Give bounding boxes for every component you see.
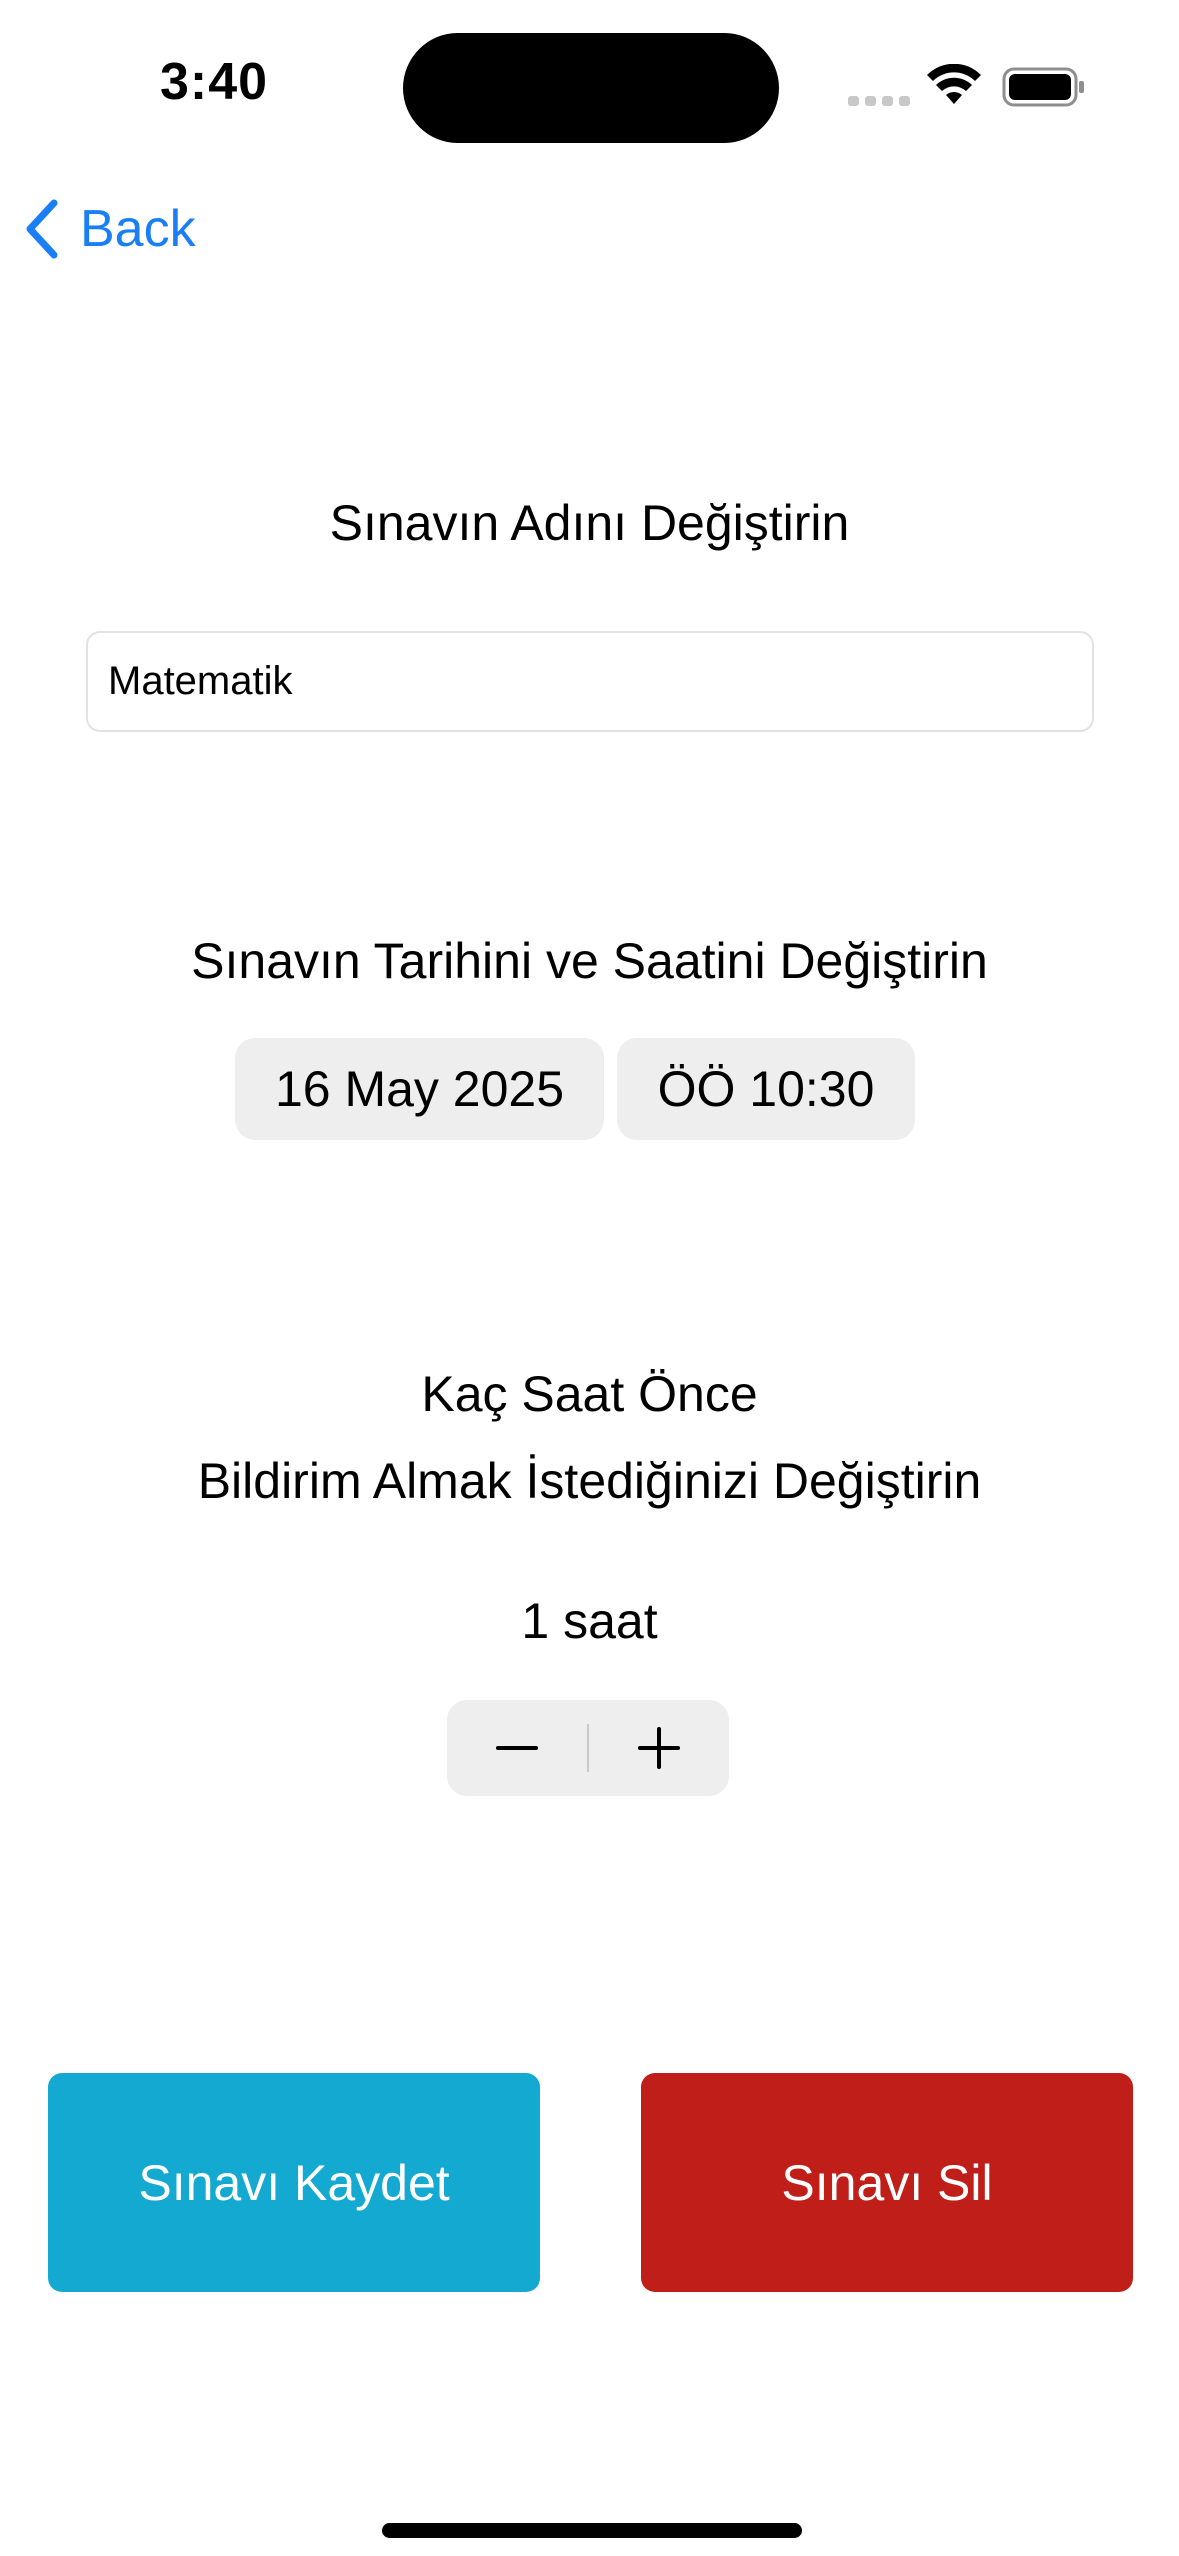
wifi-icon [927, 64, 981, 104]
back-label: Back [80, 200, 196, 258]
reminder-heading-line2: Bildirim Almak İstediğinizi Değiştirin [197, 1453, 982, 1509]
reminder-heading-line1: Kaç Saat Önce [421, 1366, 758, 1422]
back-button[interactable]: Back [24, 196, 196, 262]
chevron-left-icon [26, 199, 58, 259]
save-exam-button[interactable]: Sınavı Kaydet [48, 2073, 540, 2292]
time-picker-button[interactable]: ÖÖ 10:30 [617, 1038, 915, 1140]
status-time: 3:40 [160, 53, 269, 111]
battery-icon [1002, 67, 1084, 107]
datetime-heading: Sınavın Tarihini ve Saatini Değiştirin [191, 933, 988, 989]
exam-name-input[interactable] [86, 631, 1094, 732]
name-heading: Sınavın Adını Değiştirin [329, 495, 850, 551]
dynamic-island [403, 33, 779, 143]
minus-icon [496, 1746, 538, 1750]
date-picker-button[interactable]: 16 May 2025 [235, 1038, 604, 1140]
home-indicator [382, 2523, 802, 2538]
plus-icon [638, 1727, 680, 1769]
increment-button[interactable] [589, 1700, 729, 1796]
delete-exam-button[interactable]: Sınavı Sil [641, 2073, 1133, 2292]
reminder-stepper [447, 1700, 729, 1796]
cellular-signal-icon [848, 96, 910, 106]
reminder-value: 1 saat [521, 1593, 658, 1649]
decrement-button[interactable] [447, 1700, 587, 1796]
